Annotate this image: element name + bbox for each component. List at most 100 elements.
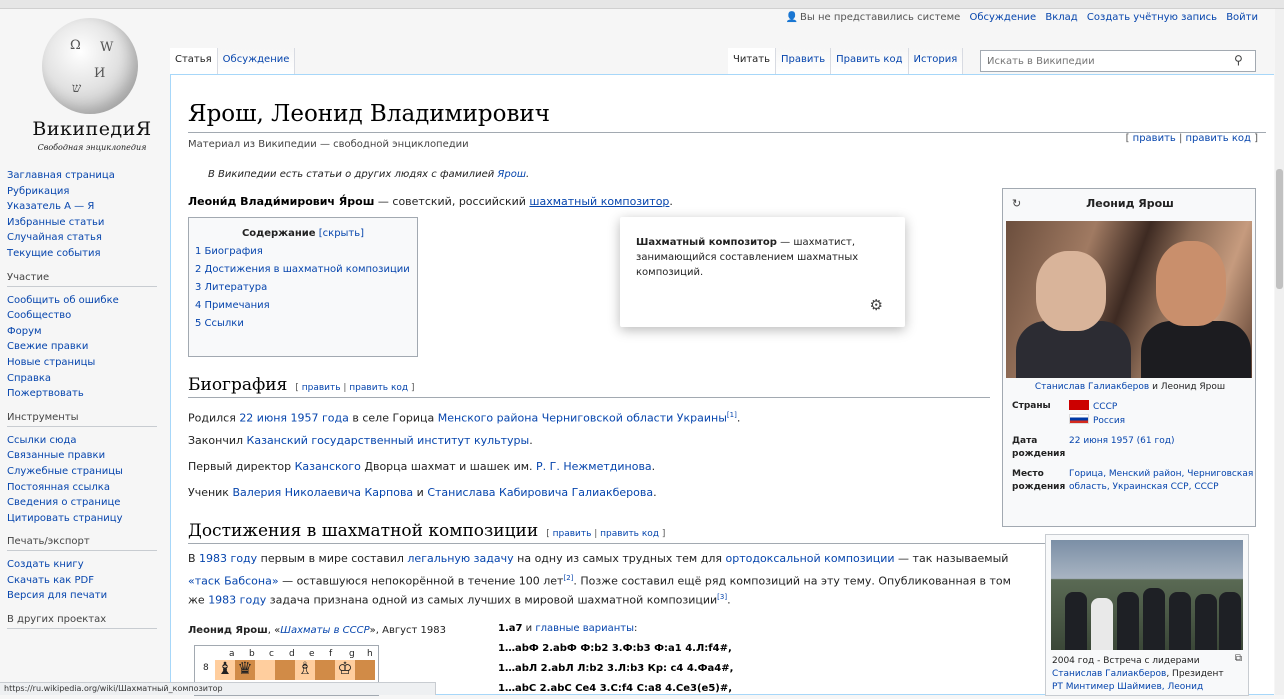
footnote-link[interactable]: [3]	[717, 593, 727, 601]
board-square	[355, 660, 375, 680]
karpov-link[interactable]: Валерия Николаевича Карпова	[232, 486, 413, 499]
sidebar-item-download-pdf[interactable]: Скачать как PDF	[7, 573, 167, 589]
ussr-link[interactable]: СССР	[1093, 402, 1117, 412]
bio-paragraph-1: Родился 22 июня 1957 года в селе Горица …	[188, 406, 740, 428]
tab-history[interactable]: История	[908, 48, 964, 74]
login-link[interactable]: Войти	[1226, 12, 1258, 23]
toc-item-links[interactable]: 5 Ссылки	[195, 315, 411, 333]
globe-glyph: W	[100, 40, 114, 55]
sidebar-item-random[interactable]: Случайная статья	[7, 230, 167, 246]
text: .	[529, 434, 533, 447]
sidebar-item-forum[interactable]: Форум	[7, 324, 167, 340]
institute-link[interactable]: Казанский государственный институт культ…	[247, 434, 530, 447]
tab-discussion[interactable]: Обсуждение	[217, 48, 296, 74]
year-link[interactable]: 1983 году	[199, 552, 257, 565]
galiakberov-link[interactable]: Станислав Галиакберов	[1052, 669, 1166, 679]
sidebar-item-donate[interactable]: Пожертвовать	[7, 386, 167, 402]
babson-task-link[interactable]: «таск Бабсона»	[188, 575, 279, 588]
kazan-link[interactable]: Казанского	[295, 460, 361, 473]
edit-source-link[interactable]: править код	[600, 529, 659, 539]
sidebar-item-print-version[interactable]: Версия для печати	[7, 588, 167, 604]
row-value: СССР Россия	[1069, 400, 1259, 428]
toc-item-notes[interactable]: 4 Примечания	[195, 297, 411, 315]
section-edit-links: [ править | править код ]	[546, 529, 665, 539]
sidebar-item-categories[interactable]: Рубрикация	[7, 184, 167, 200]
district-link[interactable]: Менского района	[438, 412, 538, 425]
legal-problem-link[interactable]: легальную задачу	[407, 552, 513, 565]
nezhmetdinov-link[interactable]: Р. Г. Нежметдинова	[536, 460, 652, 473]
shaimiev-link[interactable]: РТ Минтимер Шаймиев, Леонид	[1052, 682, 1203, 692]
thumbnail-photo[interactable]	[1051, 540, 1243, 650]
board-square	[315, 660, 335, 680]
sidebar-item-report-error[interactable]: Сообщить об ошибке	[7, 293, 167, 309]
toc-hide-toggle[interactable]: [скрыть]	[319, 228, 364, 239]
date-link[interactable]: 22 июня	[239, 412, 287, 425]
sidebar-item-current-events[interactable]: Текущие события	[7, 246, 167, 262]
sidebar-item-special-pages[interactable]: Служебные страницы	[7, 464, 167, 480]
gear-icon[interactable]: ⚙	[870, 298, 883, 313]
row-value: 22 июня 1957 (61 год)	[1069, 435, 1259, 448]
sidebar-item-cite[interactable]: Цитировать страницу	[7, 511, 167, 527]
text: и	[522, 623, 536, 634]
sidebar-item-permanent-link[interactable]: Постоянная ссылка	[7, 480, 167, 496]
text: и	[1149, 382, 1161, 392]
sidebar-item-what-links-here[interactable]: Ссылки сюда	[7, 433, 167, 449]
sidebar-item-community[interactable]: Сообщество	[7, 308, 167, 324]
oblast-link[interactable]: Черниговской области	[542, 412, 674, 425]
sidebar-item-page-info[interactable]: Сведения о странице	[7, 495, 167, 511]
galiakberov-link[interactable]: Станислав Галиакберов	[1035, 382, 1149, 392]
sidebar-heading-other-projects[interactable]: В других проектах	[7, 614, 157, 630]
bishop-icon: ♝	[217, 659, 233, 679]
footnote-link[interactable]: [1]	[727, 411, 737, 419]
edit-link[interactable]: править	[553, 529, 592, 539]
sidebar-item-main-page[interactable]: Заглавная страница	[7, 168, 167, 184]
page-preview-popup[interactable]: Шахматный композитор — шахматист, занима…	[620, 217, 905, 327]
toc-item-achievements[interactable]: 2 Достижения в шахматной композиции	[195, 261, 411, 279]
sidebar-item-help[interactable]: Справка	[7, 371, 167, 387]
country-link[interactable]: Украины	[677, 412, 727, 425]
hatnote-link[interactable]: Ярош	[497, 169, 526, 180]
edit-source-link[interactable]: править код	[349, 383, 408, 393]
main-variations-link[interactable]: главные варианты	[535, 623, 634, 634]
contributions-link[interactable]: Вклад	[1045, 12, 1077, 23]
text: — так называемый	[894, 552, 1009, 565]
birthplace-link[interactable]: Горица, Менский район, Черниговская обла…	[1069, 469, 1253, 492]
toc-title: Содержание	[241, 228, 316, 239]
edit-link[interactable]: править	[1133, 133, 1176, 144]
popup-term: Шахматный композитор	[636, 237, 777, 248]
infobox-photo[interactable]	[1006, 221, 1252, 378]
sidebar-item-recent-changes[interactable]: Свежие правки	[7, 339, 167, 355]
tab-edit-source[interactable]: Править код	[831, 48, 909, 74]
galiakberov-link[interactable]: Станислава Кабировича Галиакберова	[427, 486, 653, 499]
russia-link[interactable]: Россия	[1093, 416, 1125, 426]
year-link[interactable]: 1957 года	[291, 412, 349, 425]
sidebar-item-featured[interactable]: Избранные статьи	[7, 215, 167, 231]
year-link[interactable]: 1983 году	[208, 594, 266, 607]
wikipedia-logo[interactable]: Ω W И ש ВикипедиЯ Свободная энциклопедия	[12, 14, 172, 164]
sidebar-item-create-book[interactable]: Создать книгу	[7, 557, 167, 573]
tab-edit[interactable]: Править	[776, 48, 832, 74]
magazine-link[interactable]: Шахматы в СССР	[280, 625, 369, 636]
logo-wordmark: ВикипедиЯ	[32, 118, 152, 140]
puzzle-globe-icon: Ω W И ש	[42, 18, 138, 114]
toc-item-biography[interactable]: 1 Биография	[195, 243, 411, 261]
search-icon[interactable]: ⚲	[1234, 53, 1250, 69]
scrollbar-thumb[interactable]	[1276, 169, 1283, 289]
talk-link[interactable]: Обсуждение	[969, 12, 1036, 23]
sidebar-item-index[interactable]: Указатель А — Я	[7, 199, 167, 215]
toc-item-literature[interactable]: 3 Литература	[195, 279, 411, 297]
create-account-link[interactable]: Создать учётную запись	[1087, 12, 1217, 23]
tab-article[interactable]: Статья	[170, 48, 218, 74]
search-input[interactable]	[980, 50, 1256, 72]
sidebar-item-related-changes[interactable]: Связанные правки	[7, 448, 167, 464]
sidebar-item-new-pages[interactable]: Новые страницы	[7, 355, 167, 371]
text: .	[653, 486, 657, 499]
orthodox-composition-link[interactable]: ортодоксальной композиции	[725, 552, 894, 565]
chess-composer-link[interactable]: шахматный композитор	[529, 195, 669, 208]
scrollbar[interactable]	[1275, 9, 1284, 695]
footnote-link[interactable]: [2]	[563, 574, 573, 582]
edit-link[interactable]: править	[302, 383, 341, 393]
tab-read[interactable]: Читать	[728, 48, 777, 74]
edit-source-link[interactable]: править код	[1186, 133, 1251, 144]
birthdate-link[interactable]: 22 июня 1957 (61 год)	[1069, 436, 1174, 446]
